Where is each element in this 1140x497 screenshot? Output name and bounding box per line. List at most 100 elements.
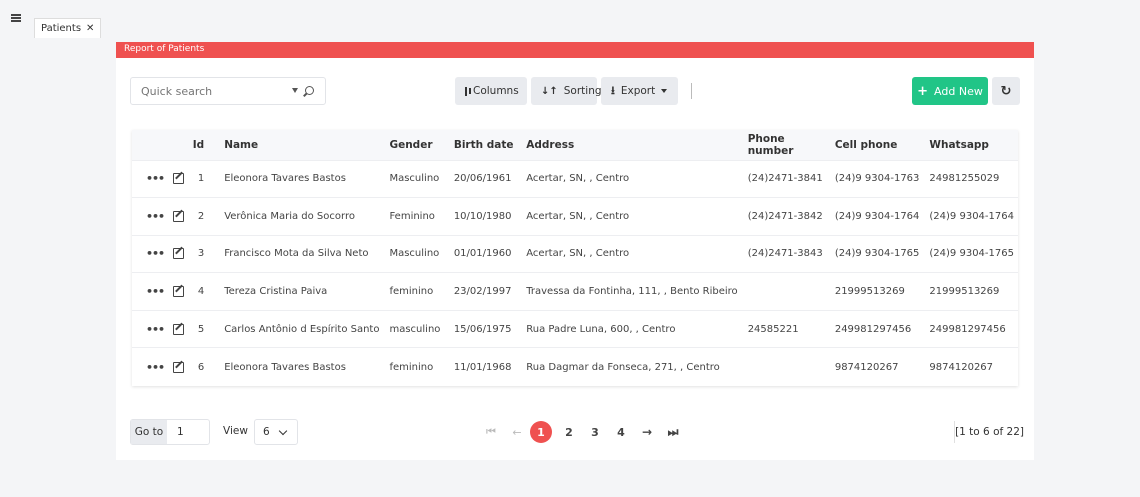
cell-phone-number: 24585221 [747, 323, 799, 335]
col-id[interactable]: Id [188, 130, 214, 160]
prev-page-icon[interactable]: ← [504, 426, 530, 439]
cell-birth-date: 15/06/1975 [453, 323, 512, 335]
record-count: [1 to 6 of 22] [954, 421, 1024, 443]
table-row[interactable]: ••• 1 Eleonora Tavares Bastos Masculino … [132, 160, 1018, 198]
col-birth-date[interactable]: Birth date [444, 130, 516, 160]
edit-icon[interactable] [173, 173, 185, 185]
cell-phone-number [738, 273, 825, 311]
menu-icon[interactable] [11, 14, 21, 22]
page-size-select[interactable]: 6 [254, 419, 298, 445]
cell-cell-phone: (24)9 9304-1764 [834, 210, 920, 222]
col-cell-phone[interactable]: Cell phone [825, 130, 920, 160]
cell-name: Carlos Antônio d Espírito Santo [224, 323, 380, 335]
table-row[interactable]: ••• 3 Francisco Mota da Silva Neto Mascu… [132, 235, 1018, 273]
col-name[interactable]: Name [214, 130, 379, 160]
page-button[interactable]: 4 [608, 426, 634, 439]
cell-name: Eleonora Tavares Bastos [224, 173, 346, 185]
cell-id: 4 [197, 286, 205, 298]
table-row[interactable]: ••• 5 Carlos Antônio d Espírito Santo ma… [132, 310, 1018, 348]
cell-gender: Masculino [389, 248, 440, 260]
more-icon[interactable]: ••• [146, 172, 165, 185]
first-page-icon[interactable]: ⏮ [478, 425, 504, 439]
cell-whatsapp: 24981255029 [929, 173, 1000, 185]
goto-input[interactable]: 1 [167, 426, 184, 438]
table-header-row: Id Name Gender Birth date Address Phone … [132, 130, 1018, 160]
table-row[interactable]: ••• 4 Tereza Cristina Paiva feminino 23/… [132, 272, 1018, 311]
add-new-button[interactable]: + Add New [912, 77, 988, 105]
add-new-label: Add New [934, 84, 983, 98]
next-page-icon[interactable]: → [634, 425, 660, 439]
cell-id: 6 [197, 361, 205, 373]
close-icon[interactable]: ✕ [86, 23, 94, 34]
edit-icon[interactable] [173, 286, 185, 298]
page-button-current[interactable]: 1 [530, 421, 552, 443]
cell-birth-date: 11/01/1968 [453, 361, 512, 373]
goto-page[interactable]: Go to 1 [130, 419, 210, 445]
columns-label: Columns [473, 85, 519, 97]
cell-phone-number: (24)2471-3841 [747, 173, 823, 185]
edit-icon[interactable] [173, 361, 185, 373]
page-button[interactable]: 3 [582, 426, 608, 439]
cell-gender: Feminino [389, 210, 435, 222]
refresh-button[interactable]: ↻ [992, 77, 1020, 105]
more-icon[interactable]: ••• [146, 210, 165, 223]
tab-patients[interactable]: Patients ✕ [34, 18, 102, 38]
col-address[interactable]: Address [516, 130, 737, 160]
edit-icon[interactable] [173, 323, 185, 335]
columns-button[interactable]: Columns [455, 77, 527, 105]
caret-down-icon [661, 89, 668, 93]
cell-phone-number [738, 348, 825, 386]
plus-icon: + [917, 83, 929, 99]
col-actions [132, 130, 188, 160]
cell-whatsapp: 21999513269 [929, 286, 1000, 298]
goto-label[interactable]: Go to [131, 420, 167, 444]
search-icon[interactable] [305, 86, 314, 95]
pagination-footer: Go to 1 View 6 ⏮ ← 1 2 3 4 → ⏭ [1 to 6 o… [130, 417, 1024, 447]
col-whatsapp[interactable]: Whatsapp [919, 130, 1018, 160]
cell-name: Francisco Mota da Silva Neto [224, 248, 369, 260]
caret-down-icon[interactable] [292, 88, 298, 93]
cell-birth-date: 20/06/1961 [453, 173, 512, 185]
cell-cell-phone: (24)9 9304-1765 [834, 248, 920, 260]
cell-birth-date: 10/10/1980 [453, 210, 512, 222]
refresh-icon: ↻ [1000, 83, 1012, 99]
cell-address: Travessa da Fontinha, 111, , Bento Ribei… [526, 286, 738, 298]
col-gender[interactable]: Gender [379, 130, 443, 160]
table-row[interactable]: ••• 6 Eleonora Tavares Bastos feminino 1… [132, 347, 1018, 386]
edit-icon[interactable] [173, 210, 185, 222]
table-row[interactable]: ••• 2 Verônica Maria do Socorro Feminino… [132, 197, 1018, 236]
cell-gender: feminino [389, 286, 434, 298]
export-button[interactable]: ⭳ Export [601, 77, 678, 105]
quick-search[interactable] [130, 77, 326, 105]
cell-id: 2 [197, 210, 205, 222]
cell-address: Acertar, SN, , Centro [526, 248, 630, 260]
cell-whatsapp: 9874120267 [929, 361, 994, 373]
more-icon[interactable]: ••• [146, 285, 165, 298]
col-phone-number[interactable]: Phone number [738, 130, 825, 160]
pager: ⏮ ← 1 2 3 4 → ⏭ [478, 421, 686, 443]
cell-gender: feminino [389, 361, 434, 373]
last-page-icon[interactable]: ⏭ [660, 425, 686, 440]
cell-whatsapp: (24)9 9304-1765 [929, 248, 1014, 260]
cell-id: 5 [197, 323, 205, 335]
cell-gender: Masculino [389, 173, 440, 185]
download-icon: ⭳ [611, 83, 615, 97]
columns-icon [465, 86, 471, 96]
more-icon[interactable]: ••• [146, 323, 165, 336]
report-card: Report of Patients Columns ↓↑ Sorting ⭳ … [116, 42, 1034, 460]
cell-cell-phone: 9874120267 [834, 361, 899, 373]
cell-address: Acertar, SN, , Centro [526, 210, 630, 222]
more-icon[interactable]: ••• [146, 361, 165, 374]
sort-icon: ↓↑ [541, 85, 558, 97]
cell-whatsapp: 249981297456 [929, 323, 1006, 335]
cell-address: Acertar, SN, , Centro [526, 173, 630, 185]
page-button[interactable]: 2 [556, 426, 582, 439]
cell-id: 1 [197, 173, 205, 185]
edit-icon[interactable] [173, 248, 185, 260]
search-input[interactable] [141, 84, 281, 98]
sorting-button[interactable]: ↓↑ Sorting [531, 77, 602, 105]
export-label: Export [620, 85, 656, 97]
more-icon[interactable]: ••• [146, 247, 165, 260]
report-title: Report of Patients [116, 42, 1034, 58]
patients-table: Id Name Gender Birth date Address Phone … [132, 130, 1018, 386]
